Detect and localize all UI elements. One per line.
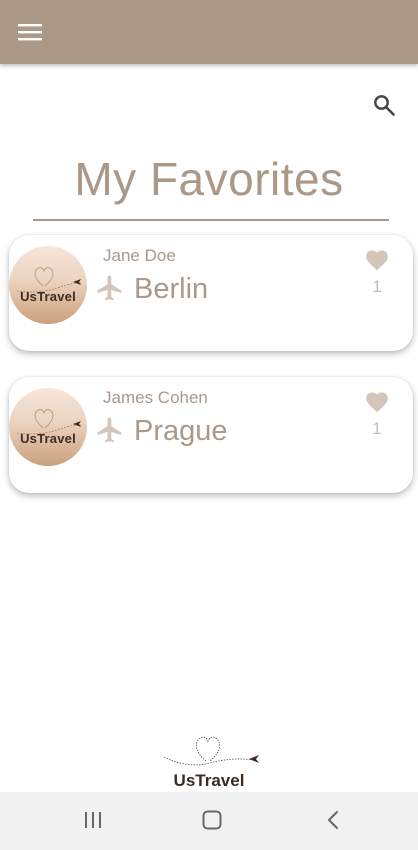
avatar: UsTravel xyxy=(9,388,87,466)
hamburger-menu-icon xyxy=(18,24,42,41)
favorite-card[interactable]: UsTravel James Cohen Prague 1 xyxy=(9,377,413,493)
search-button[interactable] xyxy=(370,91,398,119)
airplane-icon xyxy=(97,275,122,301)
menu-button[interactable] xyxy=(14,17,46,47)
brand-name: UsTravel xyxy=(173,771,245,790)
avatar-brand-text: UsTravel xyxy=(20,431,76,446)
page-title: My Favorites xyxy=(74,153,344,205)
avatar-brand-text: UsTravel xyxy=(20,289,76,304)
home-button[interactable] xyxy=(192,804,232,836)
heart-outline-icon xyxy=(16,409,82,435)
recents-button[interactable] xyxy=(73,804,113,836)
card-destination: Berlin xyxy=(134,273,209,305)
avatar: UsTravel xyxy=(9,246,87,324)
title-underline xyxy=(33,219,389,221)
favorite-card[interactable]: UsTravel Jane Doe Berlin 1 xyxy=(9,235,413,351)
heart-like-icon[interactable] xyxy=(364,389,390,413)
back-button[interactable] xyxy=(313,804,353,836)
heart-like-icon[interactable] xyxy=(364,247,390,271)
card-user-name: Jane Doe xyxy=(103,246,176,265)
search-icon xyxy=(374,95,395,116)
card-user-name: James Cohen xyxy=(103,388,208,407)
like-count: 1 xyxy=(372,277,382,296)
card-destination: Prague xyxy=(134,415,228,447)
like-count: 1 xyxy=(372,419,382,438)
home-icon xyxy=(202,810,222,830)
back-icon xyxy=(328,811,338,829)
heart-outline-icon xyxy=(16,267,82,293)
system-nav-bar xyxy=(0,792,418,850)
app-bar xyxy=(0,0,418,64)
airplane-icon xyxy=(97,417,122,443)
recents-icon xyxy=(85,812,101,828)
